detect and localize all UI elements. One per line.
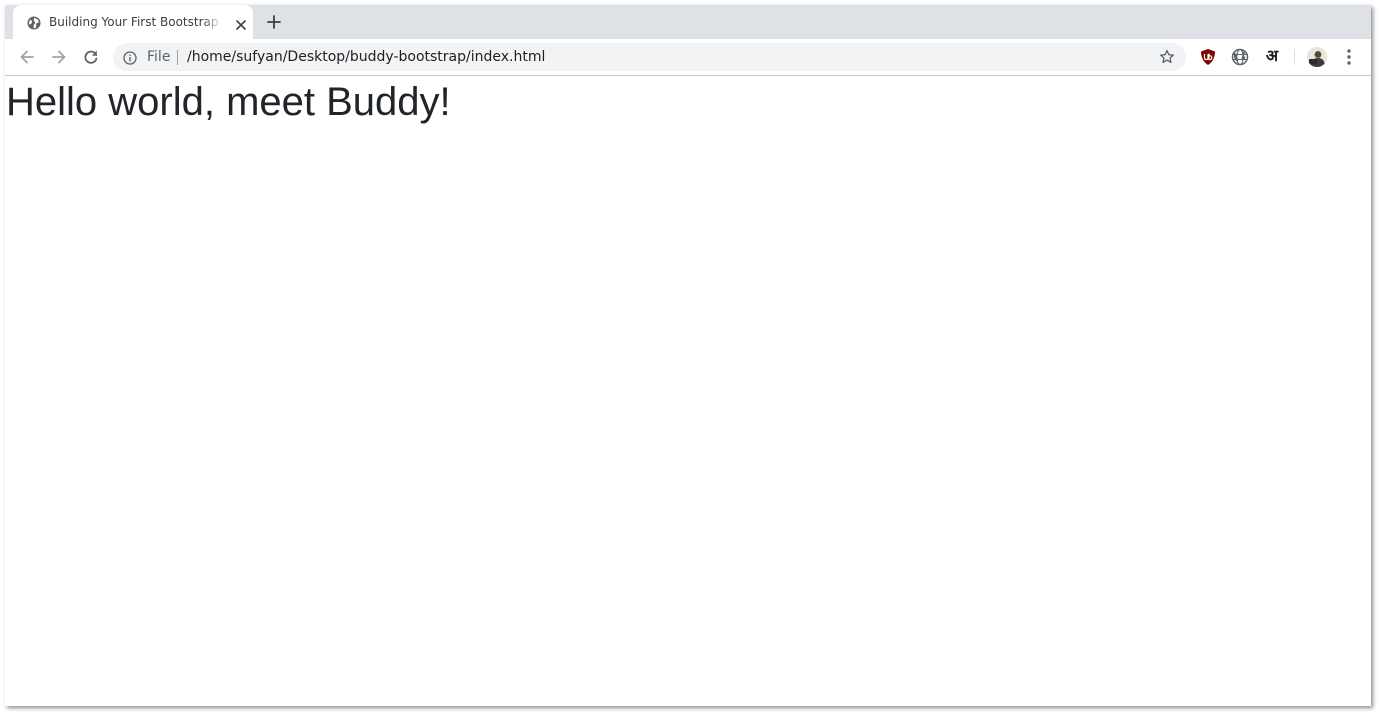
reload-button[interactable]	[81, 47, 101, 67]
globe-icon	[27, 15, 41, 30]
forward-button[interactable]	[49, 47, 69, 67]
tab-strip: Building Your First Bootstrap Template	[5, 5, 1371, 39]
back-button[interactable]	[17, 47, 37, 67]
url-text[interactable]: /home/sufyan/Desktop/buddy-bootstrap/ind…	[187, 43, 545, 71]
address-bar[interactable]: File /home/sufyan/Desktop/buddy-bootstra…	[113, 43, 1186, 71]
toolbar-divider	[1294, 49, 1295, 65]
hindi-input-icon[interactable]: अ	[1262, 45, 1282, 67]
browser-toolbar: File /home/sufyan/Desktop/buddy-bootstra…	[5, 39, 1371, 76]
info-icon[interactable]	[123, 50, 137, 65]
close-tab-icon[interactable]	[235, 16, 247, 30]
bookmark-star-icon[interactable]	[1159, 49, 1175, 65]
ublock-origin-icon[interactable]	[1199, 48, 1217, 66]
globe-extension-icon[interactable]	[1231, 48, 1249, 66]
active-tab[interactable]: Building Your First Bootstrap Template	[13, 5, 253, 39]
arrow-right-icon	[52, 50, 66, 64]
scheme-label: File	[147, 49, 171, 65]
more-vert-icon[interactable]	[1341, 47, 1357, 67]
page-viewport: Hello world, meet Buddy!	[5, 76, 1371, 706]
reload-icon	[84, 50, 98, 64]
profile-avatar[interactable]	[1307, 47, 1327, 67]
new-tab-button[interactable]	[265, 13, 283, 31]
arrow-left-icon	[20, 50, 34, 64]
page-heading: Hello world, meet Buddy!	[6, 80, 451, 124]
browser-window: Building Your First Bootstrap Template	[5, 5, 1371, 706]
scheme-divider	[177, 50, 178, 65]
tab-title: Building Your First Bootstrap Template	[49, 15, 223, 29]
